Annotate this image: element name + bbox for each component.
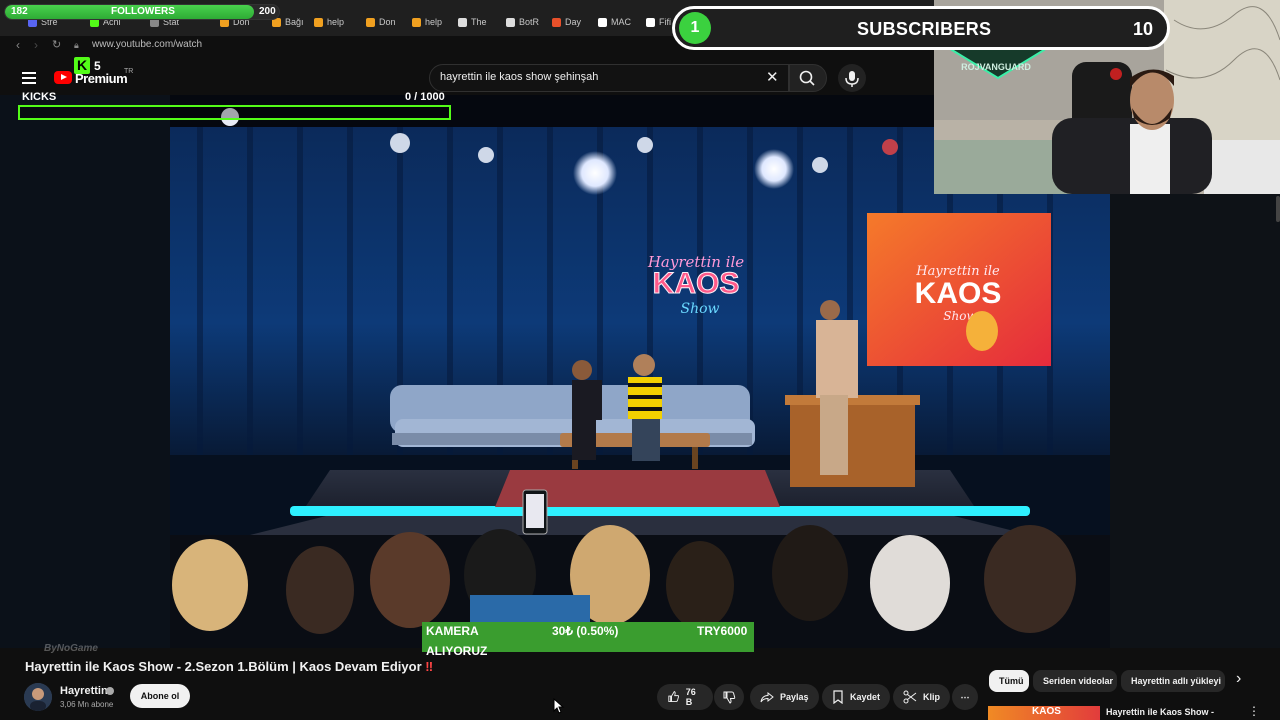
followers-label: FOLLOWERS bbox=[111, 6, 175, 17]
subscribe-button[interactable]: Abone ol bbox=[130, 684, 190, 708]
video-title: Hayrettin ile Kaos Show - 2.Sezon 1.Bölü… bbox=[25, 659, 433, 674]
tab-label: help bbox=[425, 17, 443, 27]
more-actions-button[interactable]: ⋯ bbox=[952, 684, 978, 710]
donation-title-line2: ALIYORUZ bbox=[426, 644, 488, 658]
avatar-image bbox=[24, 683, 52, 711]
recommended-thumb-text: KAOS bbox=[1032, 706, 1061, 717]
donation-title-line1: KAMERA bbox=[426, 624, 479, 638]
tab-favicon-icon bbox=[314, 17, 323, 27]
browser-tab[interactable]: The bbox=[458, 14, 487, 30]
chip-uploader[interactable]: Hayrettin adlı yükleyi bbox=[1121, 670, 1225, 692]
tab-favicon-icon bbox=[366, 17, 375, 27]
forward-icon[interactable]: › bbox=[34, 38, 38, 52]
sign-script-bottom: Show bbox=[680, 301, 719, 317]
thumbs-down-icon bbox=[723, 691, 736, 704]
youtube-logo-icon[interactable] bbox=[54, 71, 72, 84]
clear-search-icon[interactable]: ✕ bbox=[766, 68, 779, 86]
tab-label: Fifi bbox=[659, 17, 671, 27]
tab-label: Day bbox=[565, 17, 582, 27]
channel-avatar[interactable] bbox=[24, 683, 52, 711]
tab-label: MAC bbox=[611, 17, 631, 27]
browser-tab[interactable]: help bbox=[412, 14, 442, 30]
subscribers-label: SUBSCRIBERS bbox=[857, 19, 992, 39]
donation-amount: 30₺ (0.50%) bbox=[552, 624, 619, 638]
channel-subscriber-count: 3,06 Mn abone bbox=[60, 700, 114, 709]
menu-icon[interactable] bbox=[22, 72, 36, 84]
share-icon bbox=[760, 691, 774, 703]
save-label: Kaydet bbox=[850, 692, 881, 702]
clip-label: Klip bbox=[923, 692, 940, 702]
subscribers-goal: 10 bbox=[1132, 19, 1153, 39]
more-vertical-icon[interactable]: ⋮ bbox=[1248, 704, 1260, 718]
donation-goal-amount: TRY6000 bbox=[697, 624, 748, 638]
scrollbar-thumb[interactable] bbox=[1276, 196, 1280, 222]
tab-favicon-icon bbox=[506, 17, 515, 27]
tab-favicon-icon bbox=[412, 17, 421, 27]
share-label: Paylaş bbox=[780, 692, 809, 702]
subscribers-current: 1 bbox=[679, 12, 711, 44]
reload-icon[interactable]: ↻ bbox=[52, 38, 61, 52]
kicks-progress-bar bbox=[18, 105, 451, 120]
country-code: TR bbox=[124, 68, 134, 75]
video-title-text: Hayrettin ile Kaos Show - 2.Sezon 1.Bölü… bbox=[25, 659, 422, 674]
tab-favicon-icon bbox=[598, 17, 607, 27]
chip-all[interactable]: Tümü bbox=[989, 670, 1029, 692]
sign-title: KAOS bbox=[653, 267, 740, 300]
tab-favicon-icon bbox=[458, 17, 467, 27]
tab-label: BotR bbox=[519, 17, 540, 27]
followers-current: 182 bbox=[11, 6, 28, 17]
search-button[interactable] bbox=[789, 64, 827, 92]
watermark: ByNoGame bbox=[44, 643, 98, 654]
like-button[interactable]: 76 B bbox=[657, 684, 713, 710]
verified-icon bbox=[106, 687, 114, 695]
browser-tab[interactable]: BotR bbox=[506, 14, 539, 30]
channel-name[interactable]: Hayrettin bbox=[60, 685, 108, 697]
bookmark-icon bbox=[833, 690, 843, 704]
subscribers-goal-bar: 1 SUBSCRIBERS 10 bbox=[672, 6, 1170, 50]
clip-button[interactable]: Klip bbox=[893, 684, 950, 710]
chevron-right-icon[interactable]: › bbox=[1236, 670, 1241, 688]
more-horizontal-icon: ⋯ bbox=[960, 691, 970, 702]
tab-label: Bağı bbox=[285, 17, 304, 27]
tab-label: The bbox=[471, 17, 487, 27]
thumbs-up-icon bbox=[668, 691, 680, 702]
followers-goal-bar: 182 FOLLOWERS 200 bbox=[4, 4, 280, 20]
lock-icon[interactable]: 🔒︎ bbox=[74, 38, 79, 52]
browser-tab[interactable]: MAC bbox=[598, 14, 631, 30]
search-query[interactable]: hayrettin ile kaos show şehinşah bbox=[440, 71, 598, 83]
back-icon[interactable]: ‹ bbox=[16, 38, 20, 52]
video-title-mark: ‼ bbox=[425, 659, 434, 674]
tab-favicon-icon bbox=[552, 17, 561, 27]
donation-goal: KAMERA ALIYORUZ 30₺ (0.50%) TRY6000 bbox=[422, 622, 754, 658]
save-button[interactable]: Kaydet bbox=[822, 684, 891, 710]
recommended-thumbnail[interactable]: KAOS bbox=[988, 706, 1100, 720]
share-button[interactable]: Paylaş bbox=[750, 684, 819, 710]
kick-logo-icon: K bbox=[74, 57, 90, 74]
video-side-left bbox=[0, 95, 170, 648]
microphone-icon bbox=[845, 71, 859, 87]
kicks-progress-text: 0 / 1000 bbox=[405, 91, 445, 103]
chip-series[interactable]: Seriden videolar bbox=[1033, 670, 1117, 692]
like-count: 76 B bbox=[685, 687, 696, 707]
recommended-title[interactable]: Hayrettin ile Kaos Show - bbox=[1106, 707, 1214, 717]
scissors-icon bbox=[903, 690, 917, 704]
followers-goal: 200 bbox=[259, 6, 276, 17]
kicks-label: KICKS bbox=[22, 91, 57, 103]
tab-label: help bbox=[327, 17, 345, 27]
browser-tab[interactable]: help bbox=[314, 14, 344, 30]
browser-tab[interactable]: Fifi bbox=[646, 14, 671, 30]
dislike-button[interactable] bbox=[714, 684, 744, 710]
mouse-cursor-icon bbox=[553, 698, 565, 714]
voice-search-button[interactable] bbox=[838, 64, 866, 92]
tab-favicon-icon bbox=[646, 17, 655, 27]
search-icon bbox=[799, 70, 815, 86]
browser-tab[interactable]: Day bbox=[552, 14, 581, 30]
tab-label: Don bbox=[379, 17, 396, 27]
url-text[interactable]: www.youtube.com/watch bbox=[92, 39, 202, 50]
poster-title: KAOS bbox=[915, 277, 1002, 310]
kick-count: 5 bbox=[94, 59, 101, 73]
browser-tab[interactable]: Don bbox=[366, 14, 396, 30]
